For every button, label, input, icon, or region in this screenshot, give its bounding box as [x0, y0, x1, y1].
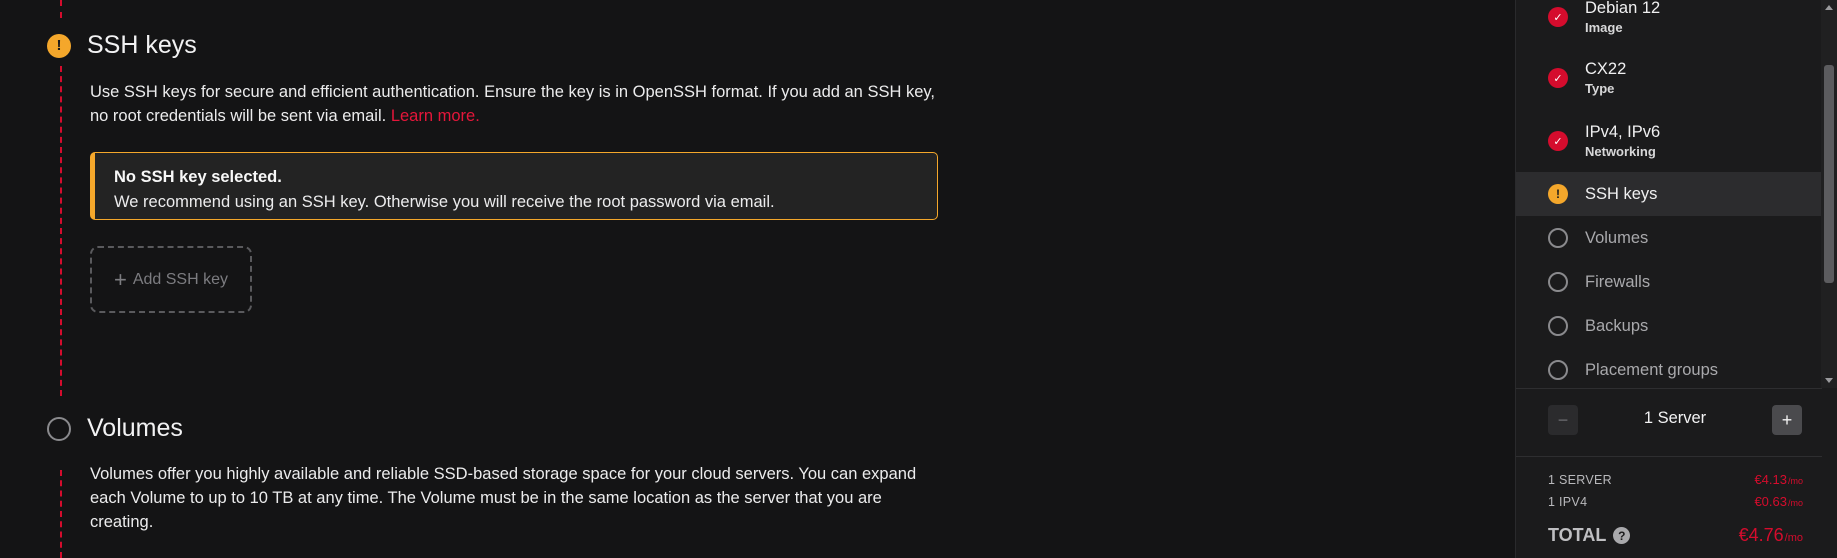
check-icon: ✓	[1548, 68, 1568, 88]
price-value: €4.13/mo	[1754, 472, 1803, 487]
sidebar-step-placement-groups[interactable]: Placement groups	[1516, 348, 1821, 388]
sidebar-scrollbar[interactable]	[1821, 0, 1837, 388]
warning-icon: !	[47, 33, 71, 58]
step-sublabel: Image	[1585, 20, 1623, 35]
plus-icon: +	[113, 266, 127, 292]
sidebar-step-image[interactable]: ✓ Debian 12 Image	[1516, 0, 1821, 42]
add-ssh-key-label: Add SSH key	[132, 270, 228, 288]
timeline-line	[60, 66, 62, 396]
sidebar-step-type[interactable]: ✓ CX22 Type	[1516, 53, 1821, 103]
warning-icon: !	[1548, 184, 1568, 204]
price-label: 1 IPV4	[1548, 495, 1588, 509]
help-icon[interactable]: ?	[1613, 527, 1631, 544]
divider	[1516, 388, 1822, 389]
empty-circle-icon	[1548, 272, 1568, 292]
learn-more-link[interactable]: Learn more.	[391, 107, 480, 125]
add-ssh-key-button[interactable]: + Add SSH key	[90, 246, 252, 313]
volumes-title: Volumes	[87, 414, 183, 442]
empty-circle-icon	[47, 416, 71, 441]
price-row-server: 1 SERVER €4.13/mo	[1548, 472, 1803, 487]
price-label: 1 SERVER	[1548, 473, 1613, 487]
server-quantity: 1 Server	[1643, 409, 1707, 427]
empty-circle-icon	[1548, 316, 1568, 336]
volumes-description: Volumes offer you highly available and r…	[90, 465, 917, 531]
price-row-total: TOTAL ? €4.76/mo	[1548, 525, 1803, 546]
sidebar-step-backups[interactable]: Backups	[1516, 304, 1821, 348]
step-label: CX22	[1585, 60, 1627, 78]
scroll-up-icon[interactable]	[1825, 5, 1833, 10]
step-label: Backups	[1585, 317, 1649, 335]
no-ssh-key-alert: No SSH key selected. We recommend using …	[90, 152, 938, 220]
alert-title: No SSH key selected.	[114, 168, 282, 186]
step-label: Placement groups	[1585, 361, 1718, 379]
increase-quantity-button[interactable]: +	[1772, 405, 1802, 435]
main-content: ! SSH keys Use SSH keys for secure and e…	[0, 0, 1515, 558]
timeline-line	[60, 0, 62, 18]
empty-circle-icon	[1548, 228, 1568, 248]
ssh-keys-description: Use SSH keys for secure and efficient au…	[90, 83, 935, 125]
total-label: TOTAL ?	[1548, 525, 1631, 546]
step-label: Firewalls	[1585, 273, 1651, 291]
step-label: Volumes	[1585, 229, 1649, 247]
sidebar-step-firewalls[interactable]: Firewalls	[1516, 260, 1821, 304]
step-label: SSH keys	[1585, 185, 1658, 203]
divider	[1516, 456, 1822, 457]
alert-text: We recommend using an SSH key. Otherwise…	[114, 193, 775, 211]
step-label: IPv4, IPv6	[1585, 123, 1661, 141]
total-price: €4.76/mo	[1738, 525, 1803, 545]
sidebar-step-volumes[interactable]: Volumes	[1516, 216, 1821, 260]
sidebar-step-networking[interactable]: ✓ IPv4, IPv6 Networking	[1516, 116, 1821, 166]
decrease-quantity-button[interactable]: −	[1548, 405, 1578, 435]
ssh-keys-title: SSH keys	[87, 31, 197, 59]
sidebar-step-ssh-keys[interactable]: ! SSH keys	[1516, 172, 1821, 216]
step-sublabel: Type	[1585, 81, 1615, 96]
check-icon: ✓	[1548, 7, 1568, 27]
steps-list: ✓ Debian 12 Image ✓ CX22 Type ✓ IPv4, IP…	[1516, 0, 1821, 388]
price-value: €0.63/mo	[1754, 494, 1803, 509]
scroll-down-icon[interactable]	[1825, 378, 1833, 383]
timeline-line	[60, 470, 62, 558]
scrollbar-thumb[interactable]	[1824, 65, 1834, 283]
step-label: Debian 12	[1585, 0, 1661, 17]
empty-circle-icon	[1548, 360, 1568, 380]
check-icon: ✓	[1548, 131, 1568, 151]
volumes-header: Volumes	[47, 414, 183, 443]
price-row-ipv4: 1 IPV4 €0.63/mo	[1548, 494, 1803, 509]
order-summary-sidebar: ✓ Debian 12 Image ✓ CX22 Type ✓ IPv4, IP…	[1515, 0, 1837, 558]
step-sublabel: Networking	[1585, 144, 1656, 159]
ssh-keys-header: ! SSH keys	[47, 31, 197, 60]
